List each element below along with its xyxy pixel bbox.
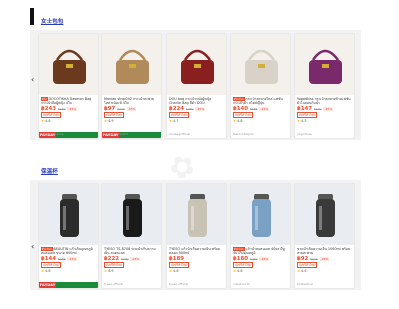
rating: ★ 4.8 bbox=[233, 119, 243, 123]
rating: ★ 4.8 bbox=[233, 269, 243, 273]
rating: ★ 4.9 bbox=[104, 119, 114, 123]
original-price: ฿369 bbox=[57, 106, 66, 111]
discount-badge: -26% bbox=[319, 256, 330, 261]
product-card[interactable]: PAYDAY Promo BEAUTIN แก้วเก็บอุณหภูมิ สแต… bbox=[38, 183, 99, 289]
rating: ★ 4.9 bbox=[104, 269, 114, 273]
original-price: ฿199 bbox=[313, 106, 322, 111]
free-shipping-label: ส่งฟรีทั่วไทย bbox=[169, 261, 189, 268]
section-title-bags[interactable]: 女士包包 bbox=[41, 17, 63, 25]
product-card[interactable]: Yogodkiss กระเป๋าสะพายข้างแฟชั่น ผ้าไนลอ… bbox=[294, 33, 355, 139]
star-icon: ★ bbox=[297, 119, 301, 123]
star-icon: ★ bbox=[233, 269, 237, 273]
discount-badge: -34% bbox=[67, 106, 78, 111]
product-image[interactable] bbox=[102, 34, 161, 95]
shop-name[interactable]: bottleshop bbox=[297, 282, 313, 286]
product-title[interactable]: Promo แก้วน้ำสแตนเลส 40oz มีหูจับ เก็บอุณ… bbox=[233, 247, 288, 256]
discount-badge: -24% bbox=[259, 106, 270, 111]
product-title[interactable]: Promo กระเป๋าสะพายไหล่ แฟชั่น กระเป๋าผ้า … bbox=[233, 97, 288, 106]
free-shipping-label: ส่งฟรีทั่วไทย bbox=[297, 261, 317, 268]
free-shipping-label: ส่งฟรีทั่วไทย bbox=[233, 111, 253, 118]
original-price: ฿188 bbox=[57, 256, 66, 261]
product-image[interactable] bbox=[39, 34, 98, 95]
star-icon: ★ bbox=[41, 269, 45, 273]
free-shipping-label: ส่งฟรีทั่วไทย bbox=[41, 111, 61, 118]
product-title[interactable]: ขวดน้ำเก็บความเย็น 1000ml พร้อมสายสะพาย bbox=[297, 247, 352, 256]
product-image[interactable] bbox=[295, 184, 354, 245]
original-price: ฿144 bbox=[117, 106, 125, 111]
chevron-left-icon[interactable]: ‹ bbox=[31, 242, 34, 251]
free-shipping-label: ส่งฟรีทั่วไทย bbox=[297, 111, 317, 118]
product-card[interactable]: ขวดน้ำเก็บความเย็น 1000ml พร้อมสายสะพาย … bbox=[294, 183, 355, 289]
product-image[interactable] bbox=[167, 34, 226, 95]
product-title[interactable]: Phi DOCOTIKKA Dasmon Bag กระเป๋าถือผู้หญิ… bbox=[41, 97, 96, 106]
star-icon: ★ bbox=[169, 269, 173, 273]
discount-badge: -26% bbox=[323, 106, 334, 111]
product-card[interactable]: TYESO TS-8708 ขวดน้ำเก็บความเย็น สแตนเลส… bbox=[101, 183, 162, 289]
star-icon: ★ bbox=[104, 269, 108, 273]
original-price: ฿185 bbox=[249, 106, 258, 111]
product-image[interactable] bbox=[102, 184, 161, 245]
product-card[interactable]: DOU bag กระเป๋าหนังผู้หญิง Charlie Bag ส… bbox=[166, 33, 227, 139]
free-shipping-label: ส่งฟรีทั่วไทย bbox=[104, 111, 124, 118]
free-shipping-label: ส่งฟรีทั่วไทย bbox=[41, 261, 61, 268]
star-icon: ★ bbox=[104, 119, 108, 123]
shop-name[interactable]: fashionbag.th bbox=[233, 132, 254, 136]
discount-badge: -23% bbox=[67, 256, 78, 261]
original-price: ฿125 bbox=[310, 256, 318, 261]
discount-badge: -23% bbox=[130, 256, 141, 261]
section-title-cups[interactable]: 保温杯 bbox=[41, 167, 58, 175]
shop-name[interactable]: tyeso.official bbox=[104, 282, 123, 286]
chevron-left-icon[interactable]: ‹ bbox=[31, 75, 34, 84]
product-image[interactable] bbox=[295, 34, 354, 95]
product-title[interactable]: DOU bag กระเป๋าหนังผู้หญิง Charlie Bag ส… bbox=[169, 97, 224, 106]
discount-badge: -20% bbox=[195, 106, 206, 111]
shop-name[interactable]: manlanshop002 bbox=[104, 132, 128, 136]
section-marker bbox=[30, 8, 34, 25]
product-card[interactable]: TYESO แก้วน้ำเก็บความเย็น พร้อมหลอด 900m… bbox=[166, 183, 227, 289]
star-icon: ★ bbox=[169, 119, 173, 123]
star-icon: ★ bbox=[297, 269, 301, 273]
shop-name[interactable]: yogodkiss bbox=[297, 132, 312, 136]
rating: ★ 4.6 bbox=[41, 119, 51, 123]
original-price: ฿250 bbox=[249, 256, 258, 261]
rating: ★ 4.8 bbox=[169, 269, 179, 273]
page: 女士包包 ‹ PAYDAY Phi DOCOTIKKA Dasmon Bag กร… bbox=[0, 0, 399, 309]
product-card[interactable]: PAYDAY Manlan shop002 กระเป๋าสะพายไหล่ ห… bbox=[101, 33, 162, 139]
rating: ★ 4.8 bbox=[41, 269, 51, 273]
shop-name[interactable]: docotikka.shop bbox=[41, 132, 64, 136]
shop-name[interactable]: beautin.th bbox=[41, 282, 56, 286]
free-shipping-label: ส่งฟรีทั่วไทย bbox=[104, 261, 124, 268]
discount-badge: -28% bbox=[259, 256, 270, 261]
product-image[interactable] bbox=[167, 184, 226, 245]
shop-name[interactable]: doubagofficial bbox=[169, 132, 190, 136]
original-price: ฿290 bbox=[120, 256, 129, 261]
free-shipping-label: ส่งฟรีทั่วไทย bbox=[169, 111, 189, 118]
product-image[interactable] bbox=[39, 184, 98, 245]
discount-badge: -33% bbox=[126, 106, 137, 111]
product-title[interactable]: Promo BEAUTIN แก้วเก็บอุณหภูมิ สแตนเลส ขน… bbox=[41, 247, 96, 256]
star-icon: ★ bbox=[41, 119, 45, 123]
product-title[interactable]: Yogodkiss กระเป๋าสะพายข้างแฟชั่น ผ้าไนลอ… bbox=[297, 97, 352, 106]
product-title[interactable]: TYESO TS-8708 ขวดน้ำเก็บความเย็น สแตนเลส bbox=[104, 247, 159, 256]
rating: ★ 4.5 bbox=[297, 119, 307, 123]
product-card[interactable]: Promo แก้วน้ำสแตนเลส 40oz มีหูจับ เก็บอุณ… bbox=[230, 183, 291, 289]
product-title[interactable]: TYESO แก้วน้ำเก็บความเย็น พร้อมหลอด 900m… bbox=[169, 247, 224, 256]
rating: ★ 4.7 bbox=[169, 119, 179, 123]
product-image[interactable] bbox=[231, 184, 290, 245]
product-title[interactable]: Manlan shop002 กระเป๋าสะพายไหล่ หนังแท้ … bbox=[104, 97, 159, 106]
product-card[interactable]: Promo กระเป๋าสะพายไหล่ แฟชั่น กระเป๋าผ้า … bbox=[230, 33, 291, 139]
product-card[interactable]: PAYDAY Phi DOCOTIKKA Dasmon Bag กระเป๋าถื… bbox=[38, 33, 99, 139]
shop-name[interactable]: tyeso.official bbox=[169, 282, 188, 286]
star-icon: ★ bbox=[233, 119, 237, 123]
free-shipping-label: ส่งฟรีทั่วไทย bbox=[233, 261, 253, 268]
product-image[interactable] bbox=[231, 34, 290, 95]
rating: ★ 4.6 bbox=[297, 269, 307, 273]
original-price: ฿280 bbox=[185, 106, 194, 111]
shop-name[interactable]: cupstore.th bbox=[233, 282, 250, 286]
